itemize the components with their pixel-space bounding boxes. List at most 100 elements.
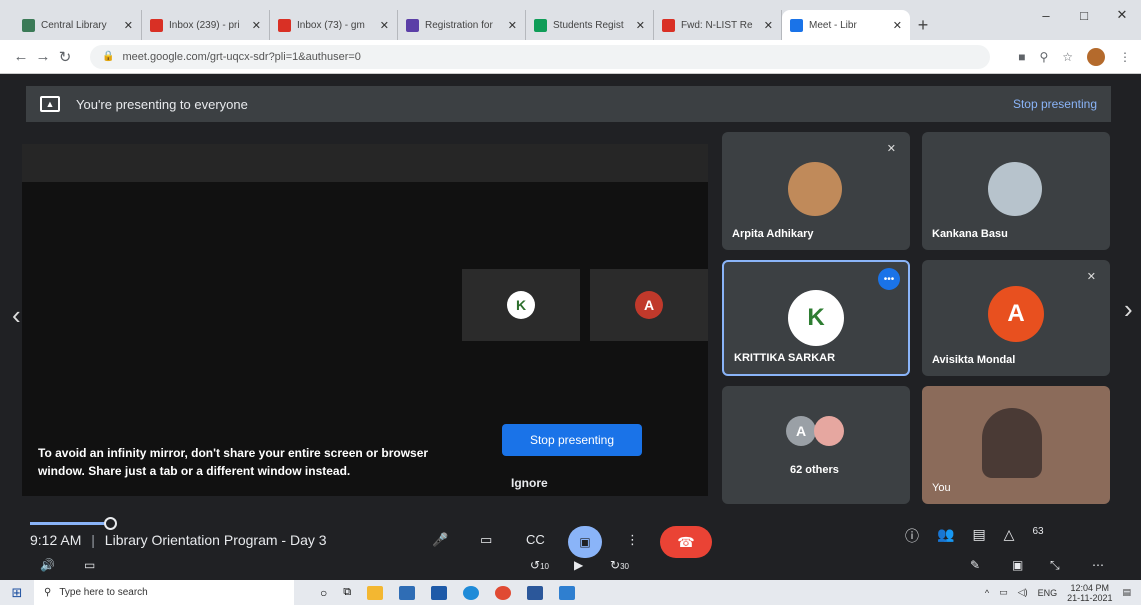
network-icon[interactable]: ▭ (999, 587, 1008, 598)
meeting-title: Library Orientation Program - Day 3 (104, 532, 327, 548)
volume-tray-icon[interactable]: ◁) (1018, 587, 1028, 598)
tab-close-icon[interactable]: ✕ (124, 19, 133, 32)
bookmark-star-icon[interactable]: ☆ (1062, 50, 1073, 64)
maximize-icon[interactable]: □ (1065, 0, 1103, 30)
participant-tile-others[interactable]: A 62 others (722, 386, 910, 504)
tab-close-icon[interactable]: ✕ (764, 19, 773, 32)
browser-tab[interactable]: Central Library ✕ (14, 10, 142, 40)
camera-icon[interactable]: ▭ (480, 532, 492, 548)
forward-icon[interactable]: → (32, 48, 54, 65)
subtitles-icon[interactable]: ▭ (84, 558, 95, 572)
participant-name: You (932, 482, 951, 494)
video-progress-bar[interactable] (30, 522, 110, 525)
language-indicator[interactable]: ENG (1038, 588, 1058, 598)
system-tray: ^ ▭ ◁) ENG 12:04 PM 21-11-2021 ▤ (985, 583, 1141, 603)
file-explorer-icon[interactable] (367, 585, 384, 600)
overflow-menu-icon[interactable]: ⋯ (1092, 558, 1104, 572)
zoom-icon[interactable]: ⚲ (1039, 50, 1048, 64)
present-now-button[interactable]: ▣ (568, 526, 602, 558)
tab-close-icon[interactable]: ✕ (380, 19, 389, 32)
browser-tab[interactable]: Fwd: N-LIST Re ✕ (654, 10, 782, 40)
tab-title: Meet - Libr (809, 19, 857, 31)
more-options-icon[interactable]: ⋮ (626, 532, 639, 548)
tab-favicon-icon (406, 18, 419, 32)
participant-tile-avisikta[interactable]: ✕ A Avisikta Mondal (922, 260, 1110, 376)
stop-presenting-button[interactable]: Stop presenting (502, 424, 642, 456)
participant-avatar (788, 162, 842, 216)
participant-tile-self[interactable]: You (922, 386, 1110, 504)
captions-icon[interactable]: CC (526, 532, 545, 547)
rewind-seconds: 10 (540, 562, 549, 571)
chat-icon[interactable]: ▤ (972, 526, 985, 546)
notifications-icon[interactable]: ▤ (1122, 587, 1131, 598)
url-text: meet.google.com/grt-uqcx-sdr?pli=1&authu… (122, 50, 361, 63)
tab-close-icon[interactable]: ✕ (893, 19, 902, 32)
reload-icon[interactable]: ↻ (54, 48, 76, 66)
browser-address-bar: ← → ↻ 🔒 meet.google.com/grt-uqcx-sdr?pli… (0, 40, 1141, 74)
rewind-button[interactable]: ↺10 (530, 558, 549, 572)
browser-tab[interactable]: Inbox (239) - pri ✕ (142, 10, 270, 40)
browser-tab[interactable]: Students Regist ✕ (526, 10, 654, 40)
participant-count-badge: 63 (1032, 526, 1044, 537)
app-icon[interactable] (559, 585, 576, 600)
exit-fullscreen-icon[interactable]: ⤡ (1050, 558, 1060, 573)
tab-close-icon[interactable]: ✕ (252, 19, 261, 32)
mic-icon[interactable]: 🎤 (432, 532, 448, 548)
next-page-icon[interactable]: › (1124, 294, 1133, 325)
back-icon[interactable]: ← (10, 48, 32, 65)
video-progress-knob[interactable] (104, 517, 117, 530)
taskbar-search[interactable]: ⚲ Type here to search (34, 580, 294, 605)
mail-icon[interactable] (431, 585, 448, 600)
tab-favicon-icon (790, 18, 803, 32)
clock-time: 12:04 PM (1070, 582, 1110, 593)
meet-control-bar: 9:12 AM | Library Orientation Program - … (0, 512, 1141, 580)
banner-stop-presenting-link[interactable]: Stop presenting (1013, 97, 1097, 111)
browser-tab[interactable]: Inbox (73) - gm ✕ (270, 10, 398, 40)
windows-start-icon[interactable]: ⊞ (0, 585, 34, 601)
tab-close-icon[interactable]: ✕ (508, 19, 517, 32)
clock[interactable]: 12:04 PM 21-11-2021 (1067, 583, 1112, 603)
tab-title: Students Regist (553, 19, 624, 31)
more-options-icon[interactable]: ••• (878, 268, 900, 290)
minimize-icon[interactable]: – (1027, 0, 1065, 30)
play-icon[interactable]: ▶ (574, 558, 583, 572)
activities-icon[interactable]: △ (1004, 526, 1015, 546)
taskbar-search-placeholder: Type here to search (59, 587, 148, 598)
chrome-icon[interactable] (495, 585, 512, 600)
profile-avatar[interactable] (1087, 47, 1105, 66)
meeting-details-icon[interactable]: ⓘ (905, 526, 919, 546)
participant-name: Kankana Basu (932, 228, 1008, 240)
clock-date: 21-11-2021 (1067, 592, 1113, 603)
task-view-icon[interactable]: ⧉ (343, 586, 351, 599)
previous-page-icon[interactable]: ‹ (12, 300, 21, 331)
ignore-button[interactable]: Ignore (511, 476, 548, 490)
tab-favicon-icon (662, 18, 675, 32)
edge-icon[interactable] (463, 585, 480, 600)
tab-close-icon[interactable]: ✕ (636, 19, 645, 32)
camera-indicator-icon[interactable]: ■ (1018, 50, 1025, 64)
leave-call-button[interactable]: ☎ (660, 526, 712, 558)
presenting-message: You're presenting to everyone (76, 96, 248, 112)
new-tab-button[interactable]: + (910, 10, 936, 40)
browser-tab[interactable]: Meet - Libr ✕ (782, 10, 910, 40)
volume-icon[interactable]: 🔊 (40, 558, 55, 572)
participant-name: KRITTIKA SARKAR (734, 352, 836, 364)
pen-icon[interactable]: ✎ (970, 558, 980, 572)
people-icon[interactable]: 👥 (937, 526, 954, 546)
participant-tile-arpita[interactable]: ✕ Arpita Adhikary (722, 132, 910, 250)
browser-menu-icon[interactable]: ⋮ (1119, 50, 1131, 64)
browser-tab[interactable]: Registration for ✕ (398, 10, 526, 40)
participant-avatar (988, 162, 1042, 216)
participant-tile-krittika[interactable]: ••• K KRITTIKA SARKAR (722, 260, 910, 376)
cortana-icon[interactable]: ○ (320, 586, 327, 600)
participant-avatar (814, 416, 844, 446)
close-window-icon[interactable]: ✕ (1103, 0, 1141, 30)
pip-icon[interactable]: ▣ (1012, 558, 1023, 572)
word-icon[interactable] (527, 585, 544, 600)
url-field[interactable]: 🔒 meet.google.com/grt-uqcx-sdr?pli=1&aut… (90, 44, 990, 69)
tray-chevron-icon[interactable]: ^ (985, 588, 989, 598)
forward-button[interactable]: ↻30 (610, 558, 629, 572)
store-icon[interactable] (399, 585, 416, 600)
participant-tile-kankana[interactable]: Kankana Basu (922, 132, 1110, 250)
mirror-avatar: A (635, 291, 663, 319)
